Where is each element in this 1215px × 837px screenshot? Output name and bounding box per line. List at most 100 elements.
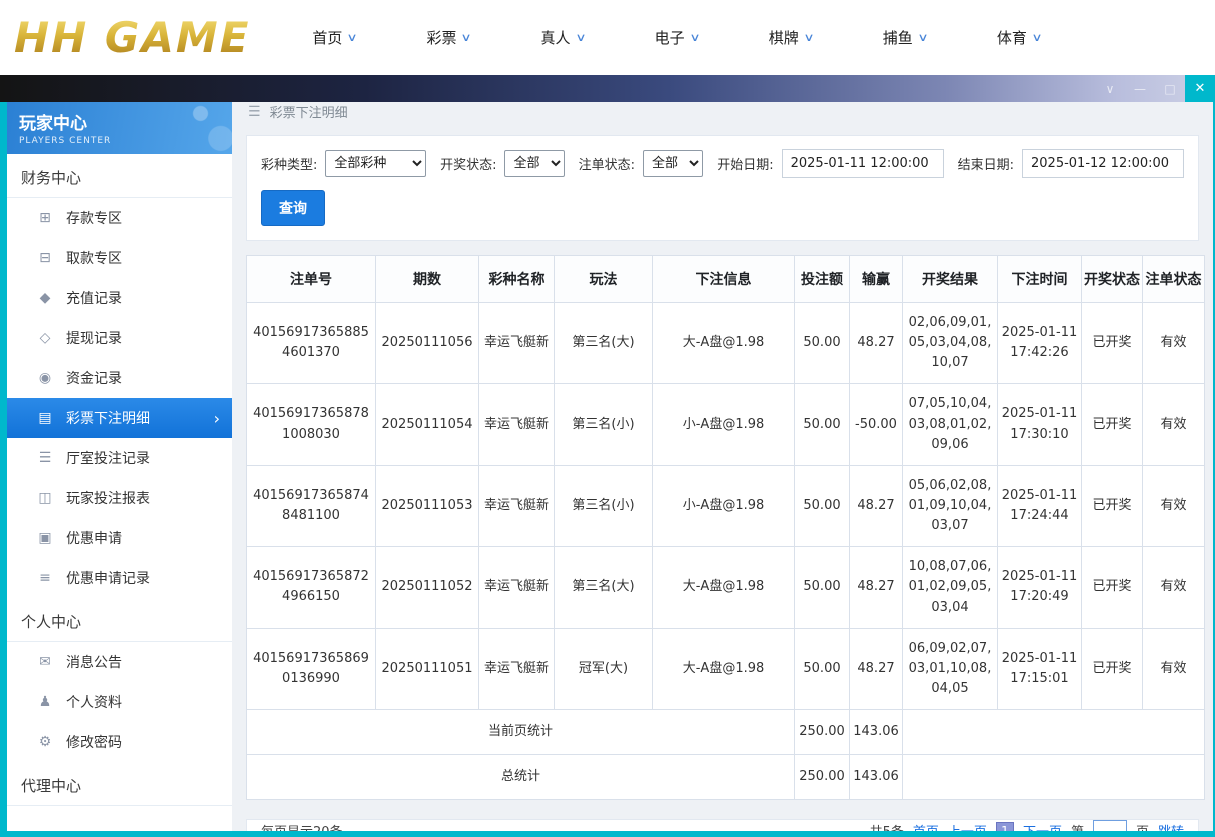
filter-row: 彩种类型: 全部彩种 开奖状态: 全部 注单状态: 全部 开始日期: 结束日期:	[261, 149, 1184, 178]
first-page-link[interactable]: 首页	[913, 821, 939, 831]
chevron-down-icon: ∨	[689, 31, 701, 44]
prev-page-link[interactable]: 上一页	[948, 821, 987, 831]
nav-item-home[interactable]: 首页 ∨	[312, 27, 359, 48]
lottery-bet-detail-icon: ▤	[38, 410, 52, 426]
deposit-icon: ⊞	[39, 210, 51, 226]
window-titlebar: ∨ — □ ✕	[0, 75, 1215, 102]
sidebar-section-personal: 个人中心	[7, 598, 232, 642]
cell-lottery-name: 幸运飞艇新	[478, 383, 555, 466]
sidebar-item-change-password[interactable]: ⚙ 修改密码	[7, 722, 232, 762]
summary-row-current-page: 当前页统计 250.00 143.06	[246, 709, 1205, 756]
summary-bet-total: 250.00	[794, 754, 850, 801]
draw-status-select[interactable]: 全部	[504, 150, 565, 177]
table-row: 401569173658781008030 20250111054 幸运飞艇新 …	[246, 383, 1205, 466]
nav-item-slots[interactable]: 电子 ∨	[655, 27, 701, 48]
next-page-link[interactable]: 下一页	[1023, 821, 1062, 831]
start-date-label: 开始日期:	[717, 158, 774, 173]
sidebar-item-recharge-record[interactable]: ◆ 充值记录	[7, 278, 232, 318]
col-order-status: 注单状态	[1142, 255, 1205, 303]
cell-order-status: 有效	[1142, 464, 1205, 548]
lottery-type-select[interactable]: 全部彩种	[325, 150, 427, 177]
window-close-button[interactable]: ✕	[1185, 75, 1215, 102]
player-center-window: 玩家中心 PLAYERS CENTER 财务中心 ⊞ 存款专区 ⊟ 取款专区 ◆…	[0, 102, 1215, 837]
breadcrumb: ☰ 彩票下注明细	[232, 102, 1213, 122]
profile-icon: ♟	[38, 694, 52, 710]
nav-item-cards[interactable]: 棋牌 ∨	[769, 27, 815, 48]
sidebar-item-promo-apply-record[interactable]: ≡ 优惠申请记录	[7, 558, 232, 598]
sidebar-item-label: 充值记录	[66, 291, 122, 307]
sidebar-item-withdrawal-record[interactable]: ◇ 提现记录	[7, 318, 232, 358]
nav-item-sports[interactable]: 体育 ∨	[997, 27, 1043, 48]
sidebar-item-funds-record[interactable]: ◉ 资金记录	[7, 358, 232, 398]
sidebar-item-hall-bet-record[interactable]: ☰ 厅室投注记录	[7, 438, 232, 478]
hall-bet-record-icon: ☰	[38, 450, 52, 466]
promo-apply-icon: ▣	[38, 530, 52, 546]
current-page-badge[interactable]: 1	[995, 821, 1014, 831]
cell-win-loss: 48.27	[849, 546, 903, 629]
nav-item-fishing[interactable]: 捕鱼 ∨	[883, 27, 929, 48]
cell-bet-time: 2025-01-11 17:24:44	[997, 464, 1082, 548]
filter-actions: 查询	[261, 190, 1184, 226]
end-date-label: 结束日期:	[957, 158, 1014, 173]
sidebar-item-label: 取款专区	[66, 251, 122, 267]
sidebar-item-profile[interactable]: ♟ 个人资料	[7, 682, 232, 722]
cell-win-loss: 48.27	[849, 627, 903, 711]
order-status-select[interactable]: 全部	[643, 150, 704, 177]
start-date-input[interactable]	[781, 149, 944, 178]
site-logo: HH GAME	[14, 13, 251, 62]
cell-draw-result: 10,08,07,06,01,02,09,05,03,04	[902, 546, 998, 629]
jump-button[interactable]: 跳转	[1158, 821, 1184, 831]
window-minimize-button[interactable]: —	[1125, 75, 1155, 102]
cell-period: 20250111052	[375, 546, 479, 629]
cell-bet-info: 小-A盘@1.98	[652, 464, 795, 548]
window-maximize-button[interactable]: □	[1155, 75, 1185, 102]
per-page-label: 每页显示20条	[261, 821, 343, 831]
bet-table: 注单号 期数 彩种名称 玩法 下注信息 投注额 输赢 开奖结果 下注时间 开奖状…	[246, 255, 1205, 801]
sidebar-item-label: 个人资料	[66, 695, 122, 711]
cell-draw-status: 已开奖	[1081, 627, 1143, 711]
sidebar-title: 玩家中心	[19, 114, 87, 134]
chevron-down-icon: ∨	[346, 31, 359, 44]
withdrawal-record-icon: ◇	[39, 330, 51, 346]
summary-empty	[902, 754, 1205, 801]
cell-bet-time: 2025-01-11 17:20:49	[997, 546, 1082, 629]
cell-win-loss: -50.00	[849, 383, 903, 466]
table-header-row: 注单号 期数 彩种名称 玩法 下注信息 投注额 输赢 开奖结果 下注时间 开奖状…	[246, 255, 1205, 303]
main-content: ☰ 彩票下注明细 彩种类型: 全部彩种 开奖状态: 全部 注单状态: 全部 开始…	[232, 102, 1213, 831]
summary-label: 总统计	[246, 754, 795, 801]
end-date-input[interactable]	[1022, 149, 1184, 178]
search-button[interactable]: 查询	[261, 190, 325, 226]
nav-item-live[interactable]: 真人 ∨	[541, 27, 587, 48]
table-row: 401569173658854601370 20250111056 幸运飞艇新 …	[246, 301, 1205, 385]
sidebar-item-announcements[interactable]: ✉ 消息公告	[7, 642, 232, 682]
cell-bet-amount: 50.00	[794, 383, 850, 466]
cell-bet-amount: 50.00	[794, 464, 850, 548]
chevron-down-icon: ∨	[460, 31, 473, 44]
cell-bet-time: 2025-01-11 17:15:01	[997, 627, 1082, 711]
table-row: 401569173658724966150 20250111052 幸运飞艇新 …	[246, 546, 1205, 629]
sidebar-item-player-bet-report[interactable]: ◫ 玩家投注报表	[7, 478, 232, 518]
draw-status-label: 开奖状态:	[440, 158, 497, 173]
menu-icon[interactable]: ☰	[248, 104, 261, 120]
col-bet-amount: 投注额	[794, 255, 850, 303]
sidebar-item-deposit[interactable]: ⊞ 存款专区	[7, 198, 232, 238]
chevron-down-icon: ∨	[574, 31, 587, 44]
sidebar: 玩家中心 PLAYERS CENTER 财务中心 ⊞ 存款专区 ⊟ 取款专区 ◆…	[7, 102, 232, 831]
nav-item-lottery[interactable]: 彩票 ∨	[426, 27, 473, 48]
total-count-label: 共5条	[870, 821, 904, 831]
sidebar-item-label: 彩票下注明细	[66, 411, 150, 427]
col-period: 期数	[375, 255, 479, 303]
withdraw-icon: ⊟	[39, 250, 51, 266]
page-number-input[interactable]	[1092, 820, 1127, 831]
summary-row-total: 总统计 250.00 143.06	[246, 754, 1205, 801]
sidebar-section-finance: 财务中心	[7, 154, 232, 198]
sidebar-item-promo-apply[interactable]: ▣ 优惠申请	[7, 518, 232, 558]
cell-order-no: 401569173658724966150	[246, 546, 376, 629]
sidebar-item-label: 资金记录	[66, 371, 122, 387]
window-collapse-button[interactable]: ∨	[1095, 75, 1125, 102]
order-status-label: 注单状态:	[578, 158, 636, 173]
cell-order-no: 401569173658748481100	[246, 464, 376, 548]
sidebar-item-withdraw[interactable]: ⊟ 取款专区	[7, 238, 232, 278]
cell-play: 第三名(小)	[554, 383, 653, 466]
sidebar-item-lottery-bet-detail[interactable]: ▤ 彩票下注明细 ›	[7, 398, 232, 438]
